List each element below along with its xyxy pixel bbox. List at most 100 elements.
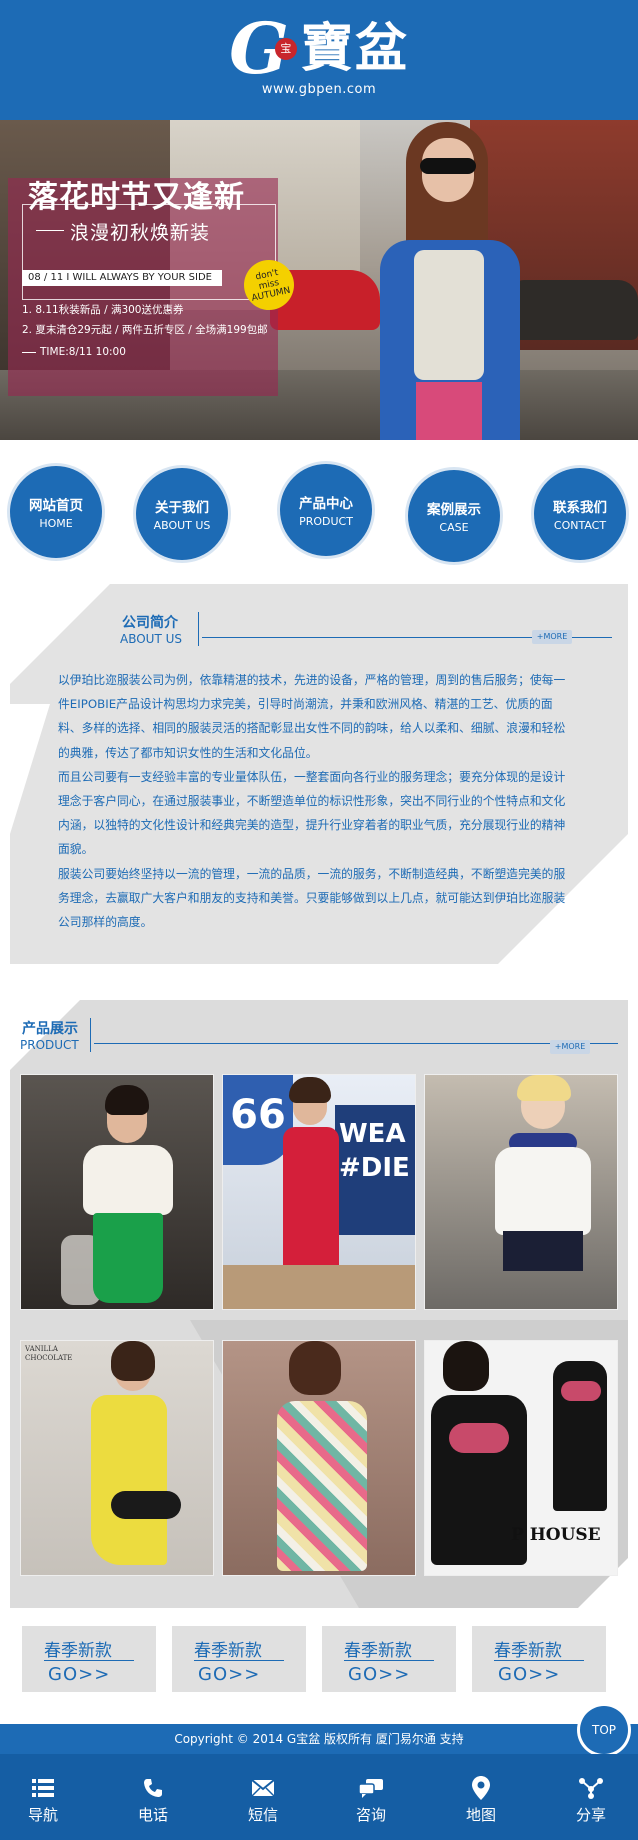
heading-divider — [90, 1018, 91, 1052]
about-heading: 公司简介 ABOUT US +MORE — [120, 612, 612, 652]
promo-panel: 落花时节又逢新 浪漫初秋焕新装 08 / 11 I WILL ALWAYS BY… — [8, 178, 299, 396]
bottom-toolbar: 导航 电话 短信 咨询 地图 分享 — [0, 1754, 638, 1840]
promo-date-line: 08 / 11 I WILL ALWAYS BY YOUR SIDE — [22, 270, 222, 286]
about-paragraph: 而且公司要有一支经验丰富的专业量体队伍，一整套面向各行业的服务理念；要充分体现的… — [58, 769, 566, 857]
back-to-top-button[interactable]: TOP — [580, 1706, 628, 1754]
model-shorts — [503, 1231, 583, 1271]
promo-line: TIME:8/11 10:00 — [22, 346, 126, 358]
toolbar-phone[interactable]: 电话 — [100, 1754, 206, 1840]
nav-label-en: CASE — [439, 521, 469, 534]
toolbar-consult[interactable]: 咨询 — [318, 1754, 424, 1840]
hero-banner[interactable]: 落花时节又逢新 浪漫初秋焕新装 08 / 11 I WILL ALWAYS BY… — [0, 120, 638, 440]
map-pin-icon — [428, 1774, 534, 1800]
about-title-en: ABOUT US — [120, 632, 183, 646]
nav-label-cn: 案例展示 — [427, 502, 481, 518]
list-icon — [0, 1774, 96, 1798]
model-outfit — [277, 1401, 367, 1571]
toolbar-map[interactable]: 地图 — [428, 1754, 534, 1840]
model-blouse — [83, 1145, 173, 1215]
phone-icon — [100, 1774, 206, 1798]
model-hair — [105, 1085, 149, 1115]
nav-label-cn: 关于我们 — [155, 500, 209, 516]
about-paragraph: 以伊珀比迩服装公司为例，依靠精湛的技术，先进的设备，严格的管理，周到的售后服务；… — [58, 673, 566, 760]
nav-case[interactable]: 案例展示 CASE — [408, 470, 500, 562]
model-dress — [91, 1395, 167, 1565]
model-hair — [443, 1341, 489, 1391]
product-card[interactable]: 66 WEA #DIE — [222, 1074, 416, 1310]
model-hair — [517, 1075, 571, 1101]
product-more-button[interactable]: +MORE — [550, 1040, 590, 1054]
wall-text: WEA #DIE — [335, 1105, 415, 1235]
logo-seal: 宝 — [274, 38, 297, 60]
copyright-bar: Copyright © 2014 G宝盆 版权所有 厦门易尔通 支持 — [0, 1724, 638, 1754]
nav-label-en: PRODUCT — [299, 515, 353, 528]
model-hair — [289, 1077, 331, 1103]
about-corner — [10, 704, 50, 834]
toolbar-sms[interactable]: 短信 — [210, 1754, 316, 1840]
product-grid: 66 WEA #DIE VANILLA CHOCOLATE P HOUSE — [20, 1074, 620, 1576]
nav-home[interactable]: 网站首页 HOME — [10, 466, 102, 558]
spring-title: 春季新款 — [44, 1641, 112, 1661]
product-card[interactable]: P HOUSE — [424, 1340, 618, 1576]
product-card[interactable]: VANILLA CHOCOLATE — [20, 1340, 214, 1576]
promo-time: TIME:8/11 10:00 — [40, 346, 126, 358]
spring-title: 春季新款 — [194, 1641, 262, 1661]
product-card[interactable] — [222, 1340, 416, 1576]
promo-subtitle: 浪漫初秋焕新装 — [70, 222, 211, 244]
toolbar-nav[interactable]: 导航 — [0, 1754, 96, 1840]
spring-go: GO>> — [198, 1664, 261, 1685]
logo-url: www.gbpen.com — [261, 82, 377, 97]
heading-rule — [94, 1043, 618, 1044]
spring-tile[interactable]: 春季新款 GO>> — [22, 1626, 156, 1692]
toolbar-label: 电话 — [137, 1806, 168, 1824]
about-text: 以伊珀比迩服装公司为例，依靠精湛的技术，先进的设备，严格的管理，周到的售后服务；… — [58, 668, 574, 934]
toolbar-label: 咨询 — [355, 1806, 386, 1824]
product-card[interactable] — [424, 1074, 618, 1310]
logo-mark: G宝 寶盆 — [229, 14, 409, 84]
toolbar-label: 短信 — [247, 1806, 278, 1824]
spring-tile[interactable]: 春季新款 GO>> — [472, 1626, 606, 1692]
model-clutch — [111, 1491, 181, 1519]
share-icon — [538, 1774, 638, 1799]
model-skirt — [93, 1213, 163, 1303]
spring-tile[interactable]: 春季新款 GO>> — [172, 1626, 306, 1692]
product-heading: 产品展示 PRODUCT +MORE — [20, 1018, 622, 1058]
toolbar-label: 导航 — [27, 1806, 58, 1824]
nav-product[interactable]: 产品中心 PRODUCT — [280, 464, 372, 556]
chat-icon — [318, 1774, 424, 1798]
spring-rule — [494, 1660, 584, 1661]
product-card[interactable] — [20, 1074, 214, 1310]
nav-label-cn: 联系我们 — [553, 500, 607, 516]
model-pants — [416, 382, 482, 440]
about-title-cn: 公司简介 — [122, 615, 178, 631]
product-title-en: PRODUCT — [20, 1038, 79, 1052]
house-label: P HOUSE — [511, 1525, 601, 1545]
heading-divider — [198, 612, 199, 646]
spring-go: GO>> — [48, 1664, 111, 1685]
nav-label-cn: 网站首页 — [29, 498, 83, 514]
site-logo[interactable]: G宝 寶盆 www.gbpen.com — [0, 14, 638, 98]
about-more-button[interactable]: +MORE — [532, 630, 572, 644]
spring-rule — [344, 1660, 434, 1661]
nav-contact[interactable]: 联系我们 CONTACT — [534, 468, 626, 560]
toolbar-label: 分享 — [575, 1806, 606, 1824]
model-top — [414, 250, 484, 380]
model-sunglasses — [420, 158, 476, 174]
vanilla-label: VANILLA CHOCOLATE — [25, 1345, 73, 1362]
lips-print — [449, 1423, 509, 1453]
promo-line: 2. 夏末清仓29元起 / 两件五折专区 / 全场满199包邮 — [22, 324, 268, 336]
toolbar-share[interactable]: 分享 — [538, 1754, 638, 1840]
spring-go: GO>> — [348, 1664, 411, 1685]
site-header: G宝 寶盆 www.gbpen.com — [0, 0, 638, 120]
nav-label-en: ABOUT US — [153, 519, 211, 532]
about-paragraph: 服装公司要始终坚持以一流的管理，一流的品质，一流的服务，不断制造经典，不断塑造完… — [58, 866, 566, 930]
promo-dash — [36, 230, 64, 231]
spring-tile[interactable]: 春季新款 GO>> — [322, 1626, 456, 1692]
banner-model — [380, 120, 520, 440]
nav-about[interactable]: 关于我们 ABOUT US — [136, 468, 228, 560]
floor — [223, 1265, 415, 1309]
nav-label-cn: 产品中心 — [299, 496, 353, 512]
model-hair — [289, 1341, 341, 1395]
toolbar-label: 地图 — [465, 1806, 496, 1824]
banner-dark-car — [510, 280, 638, 340]
